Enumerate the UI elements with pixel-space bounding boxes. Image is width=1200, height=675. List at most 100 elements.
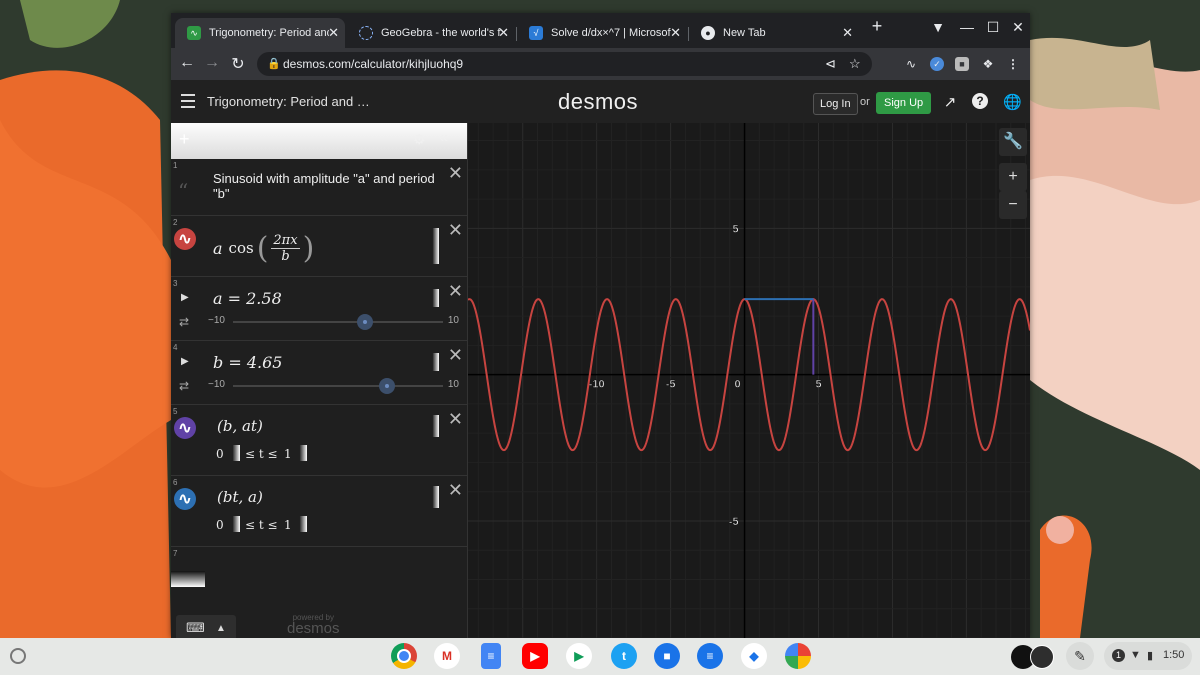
- url-text: desmos.com/calculator/kihjluohq9: [283, 57, 464, 71]
- settings-gear-icon[interactable]: ⚙: [413, 131, 426, 148]
- slider-track[interactable]: [233, 385, 443, 387]
- collapse-list-icon[interactable]: «: [439, 129, 448, 147]
- address-bar[interactable]: 🔒 desmos.com/calculator/kihjluohq9 ⊲ ☆: [257, 52, 872, 76]
- powered-by-desmos[interactable]: powered by desmos: [287, 613, 340, 637]
- t-min-value[interactable]: 0: [216, 518, 224, 532]
- docs-app-icon[interactable]: ≡: [481, 643, 501, 669]
- graph-title[interactable]: Trigonometry: Period and …: [207, 94, 370, 109]
- play-slider-icon[interactable]: ▶: [181, 356, 189, 367]
- keyboard-toggle-button[interactable]: ⌨ ▲: [176, 615, 236, 638]
- wave-color-icon[interactable]: ∿: [174, 228, 196, 250]
- graph-canvas[interactable]: -10 -5 0 5 5 -5: [467, 123, 1030, 638]
- slider-max[interactable]: 10: [448, 315, 459, 326]
- close-tab-icon[interactable]: ✕: [498, 25, 509, 41]
- pulse-extension-icon[interactable]: ∿: [904, 57, 918, 71]
- share-graph-icon[interactable]: ↗: [941, 93, 959, 111]
- graph-paper[interactable]: -10 -5 0 5 5 -5: [467, 123, 1030, 638]
- tab-strip: ∿ Trigonometry: Period and Am ✕ GeoGebra…: [171, 13, 1030, 48]
- launcher-icon[interactable]: [10, 648, 26, 664]
- back-icon[interactable]: ←: [177, 54, 197, 72]
- tab-geogebra[interactable]: GeoGebra - the world's favor ✕: [347, 18, 515, 48]
- slider-expression[interactable]: b = 4.65: [213, 353, 282, 372]
- note-text[interactable]: Sinusoid with amplitude "a" and period "…: [213, 171, 443, 201]
- wave-color-icon[interactable]: ∿: [174, 417, 196, 439]
- zoom-in-icon[interactable]: +: [999, 163, 1027, 191]
- t-min-value[interactable]: 0: [216, 447, 224, 461]
- repeat-icon[interactable]: ⇄: [179, 315, 189, 329]
- classroom-app-icon[interactable]: ◆: [741, 643, 767, 669]
- stylus-tools-icon[interactable]: ✎: [1066, 642, 1094, 670]
- extension-blue-icon[interactable]: ✓: [930, 57, 944, 71]
- bookmark-star-icon[interactable]: ☆: [849, 56, 861, 72]
- delete-expression-icon[interactable]: ✕: [448, 220, 463, 241]
- slider-handle[interactable]: [378, 378, 395, 394]
- function-expression[interactable]: a cos ( 2πx b ): [213, 228, 314, 268]
- reload-icon[interactable]: ↻: [228, 54, 248, 74]
- extensions-puzzle-icon[interactable]: ❖: [981, 57, 995, 71]
- repeat-icon[interactable]: ⇄: [179, 379, 189, 393]
- hamburger-menu-icon[interactable]: [181, 94, 195, 112]
- expression-row-empty[interactable]: 7: [171, 547, 467, 589]
- add-expression-icon[interactable]: +: [179, 129, 190, 150]
- login-button[interactable]: Log In: [813, 93, 858, 115]
- parametric-expression[interactable]: (b, at): [217, 417, 263, 435]
- slider-max[interactable]: 10: [448, 379, 459, 390]
- parametric-expression[interactable]: (bt, a): [217, 488, 263, 506]
- maximize-icon[interactable]: ☐: [983, 19, 1003, 36]
- delete-expression-icon[interactable]: ✕: [448, 281, 463, 302]
- close-window-icon[interactable]: ✕: [1008, 19, 1028, 36]
- extension-grey-icon[interactable]: ■: [955, 57, 969, 71]
- minimize-icon[interactable]: —: [957, 19, 977, 35]
- files-app-icon[interactable]: ■: [654, 643, 680, 669]
- language-globe-icon[interactable]: 🌐: [1003, 93, 1022, 111]
- new-tab-button[interactable]: +: [867, 16, 887, 37]
- graph-settings-wrench-icon[interactable]: 🔧: [999, 128, 1027, 156]
- help-icon[interactable]: ?: [972, 93, 988, 109]
- delete-expression-icon[interactable]: ✕: [448, 480, 463, 501]
- delete-expression-icon[interactable]: ✕: [448, 345, 463, 366]
- status-tray[interactable]: 1 ▼ ▮ 1:50: [1104, 642, 1192, 670]
- slider-handle[interactable]: [357, 314, 374, 330]
- expression-row-slider-b[interactable]: 4 ▶ b = 4.65 ⇄ −10 10 ✕: [171, 341, 467, 405]
- tab-microsoft-math[interactable]: √ Solve d/dx×^7 | Microsoft Ma ✕: [517, 18, 687, 48]
- expression-row-slider-a[interactable]: 3 ▶ a = 2.58 ⇄ −10 10 ✕: [171, 277, 467, 341]
- t-max-value[interactable]: 1: [284, 518, 292, 532]
- tab-desmos[interactable]: ∿ Trigonometry: Period and Am ✕: [175, 18, 345, 48]
- close-tab-icon[interactable]: ✕: [842, 25, 853, 41]
- forward-icon[interactable]: →: [202, 54, 222, 72]
- youtube-app-icon[interactable]: ▶: [522, 643, 548, 669]
- slider-track[interactable]: [233, 321, 443, 323]
- chrome-app-icon[interactable]: [391, 643, 417, 669]
- slider-expression[interactable]: a = 2.58: [213, 289, 282, 308]
- desmos-logo: desmos: [558, 89, 639, 114]
- holding-space-preview-icon[interactable]: [1030, 645, 1054, 669]
- play-slider-icon[interactable]: ▶: [181, 292, 189, 303]
- signup-button[interactable]: Sign Up: [876, 92, 932, 114]
- play-store-app-icon[interactable]: ▶: [566, 643, 592, 669]
- right-paren: ): [302, 230, 315, 266]
- left-paren: (: [256, 230, 269, 266]
- desmos-header: Trigonometry: Period and … desmos Log In…: [171, 80, 1030, 123]
- expression-row-function[interactable]: 2 ∿ a cos ( 2πx b ) ✕: [171, 216, 467, 277]
- expression-row-note[interactable]: 1 “ Sinusoid with amplitude "a" and peri…: [171, 159, 467, 216]
- menu-dots-icon[interactable]: ⋮: [1006, 57, 1020, 71]
- zoom-out-icon[interactable]: −: [999, 191, 1027, 219]
- delete-expression-icon[interactable]: ✕: [448, 409, 463, 430]
- slider-min[interactable]: −10: [208, 379, 225, 390]
- twitter-app-icon[interactable]: t: [611, 643, 637, 669]
- slider-min[interactable]: −10: [208, 315, 225, 326]
- photos-app-icon[interactable]: [785, 643, 811, 669]
- t-max-value[interactable]: 1: [284, 447, 292, 461]
- tab-search-icon[interactable]: ▼: [928, 19, 948, 35]
- x-tick-label: 0: [735, 379, 741, 391]
- expression-row-parametric-1[interactable]: 5 ∿ (b, at) 0 ≤ t ≤ 1 ✕: [171, 405, 467, 476]
- close-tab-icon[interactable]: ✕: [328, 25, 339, 41]
- expression-row-parametric-2[interactable]: 6 ∿ (bt, a) 0 ≤ t ≤ 1 ✕: [171, 476, 467, 547]
- share-icon[interactable]: ⊲: [825, 56, 836, 72]
- wave-color-icon[interactable]: ∿: [174, 488, 196, 510]
- tab-new-tab[interactable]: ● New Tab ✕: [689, 18, 859, 48]
- close-tab-icon[interactable]: ✕: [670, 25, 681, 41]
- messages-app-icon[interactable]: ≡: [697, 643, 723, 669]
- delete-expression-icon[interactable]: ✕: [448, 163, 463, 184]
- gmail-app-icon[interactable]: M: [434, 643, 460, 669]
